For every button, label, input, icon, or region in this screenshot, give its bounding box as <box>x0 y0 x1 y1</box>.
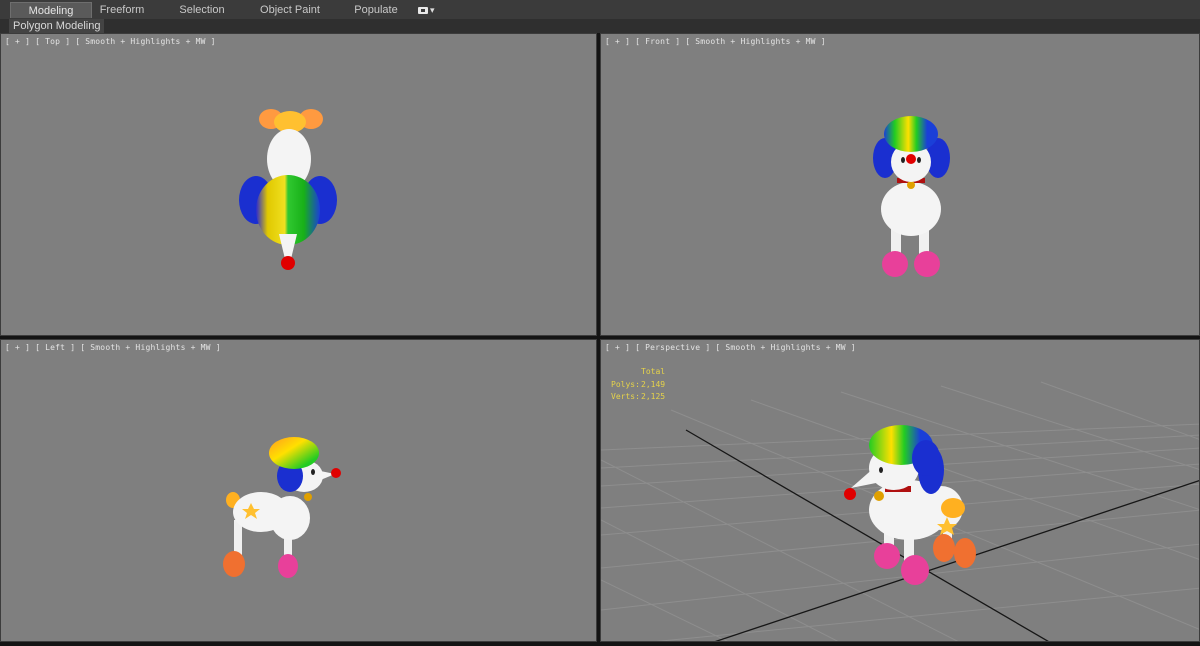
viewport-label-front[interactable]: [ + ] [ Front ] [ Smooth + Highlights + … <box>605 37 826 46</box>
stats-verts-value: 2,125 <box>641 392 666 401</box>
viewport-perspective[interactable]: [ + ] [ Perspective ] [ Smooth + Highlig… <box>600 339 1200 642</box>
ribbon-panel-bar: Polygon Modeling <box>0 19 1200 33</box>
ribbon-tab-bar: Modeling Freeform Selection Object Paint… <box>0 0 1200 20</box>
tab-freeform[interactable]: Freeform <box>92 2 152 18</box>
tab-populate[interactable]: Populate <box>348 2 404 18</box>
poodle-model-left <box>223 437 341 578</box>
viewport-front[interactable]: [ + ] [ Front ] [ Smooth + Highlights + … <box>600 33 1200 336</box>
stats-polys-row: Polys: 2,149 <box>611 379 665 392</box>
viewport-label-top[interactable]: [ + ] [ Top ] [ Smooth + Highlights + MW… <box>5 37 216 46</box>
polygon-modeling-panel[interactable]: Polygon Modeling <box>9 19 105 33</box>
ribbon-options-icon[interactable]: ▾ <box>418 4 435 16</box>
stats-polys-value: 2,149 <box>641 379 666 389</box>
tab-modeling[interactable]: Modeling <box>10 2 92 18</box>
scene-statistics: Total Polys: 2,149 Verts: 2,125 <box>611 366 665 404</box>
stats-verts-label: Verts: <box>611 392 640 401</box>
stats-header: Total <box>611 366 665 379</box>
stats-total-label: Total <box>641 367 666 376</box>
viewport-top[interactable]: [ + ] [ Top ] [ Smooth + Highlights + MW… <box>0 33 597 336</box>
tab-selection[interactable]: Selection <box>170 2 234 18</box>
poodle-model-top <box>239 109 337 270</box>
viewport-label-perspective[interactable]: [ + ] [ Perspective ] [ Smooth + Highlig… <box>605 343 856 352</box>
viewport-area: [ + ] [ Top ] [ Smooth + Highlights + MW… <box>0 33 1200 646</box>
tab-object-paint[interactable]: Object Paint <box>254 2 326 18</box>
perspective-scene <box>601 381 1199 641</box>
stats-polys-label: Polys: <box>611 379 640 389</box>
viewport-label-left[interactable]: [ + ] [ Left ] [ Smooth + Highlights + M… <box>5 343 221 352</box>
poodle-model-front <box>873 116 950 277</box>
viewport-left[interactable]: [ + ] [ Left ] [ Smooth + Highlights + M… <box>0 339 597 642</box>
camera-icon <box>418 6 428 14</box>
dropdown-arrow-icon: ▾ <box>430 4 435 15</box>
stats-verts-row: Verts: 2,125 <box>611 391 665 404</box>
